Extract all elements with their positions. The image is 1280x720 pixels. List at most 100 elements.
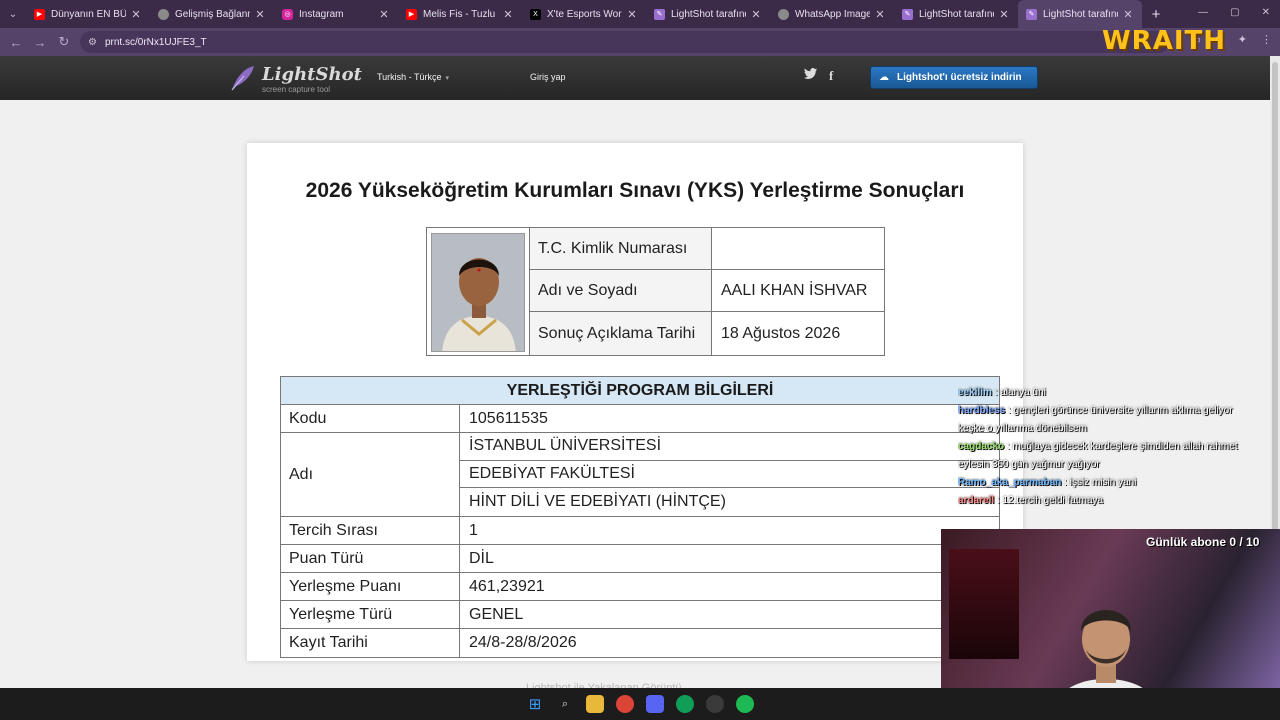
row-value: 461,23921: [469, 577, 545, 595]
login-link[interactable]: Giriş yap: [530, 72, 566, 82]
browser-tab-active[interactable]: ✎ LightShot tarafından ✕: [1018, 0, 1142, 28]
twitter-icon[interactable]: [804, 68, 817, 80]
tab-title: Gelişmiş Bağlanma S: [175, 8, 250, 20]
table-row: Kodu 105611535: [281, 405, 999, 433]
close-icon[interactable]: ✕: [254, 8, 266, 21]
tab-title: LightShot tarafından: [919, 8, 994, 20]
reload-icon[interactable]: ↻: [52, 34, 76, 50]
table-row: Puan Türü DİL: [281, 545, 999, 573]
search-icon[interactable]: ⌕: [556, 695, 574, 713]
document-title: 2026 Yükseköğretim Kurumları Sınavı (YKS…: [305, 179, 965, 202]
browser-tab[interactable]: Gelişmiş Bağlanma S ✕: [150, 0, 274, 28]
person-portrait-icon: [432, 234, 524, 351]
chat-message: cagdacko : muğlaya gidecek kardeşlere şi…: [958, 438, 1280, 456]
close-icon[interactable]: ✕: [626, 8, 638, 21]
globe-icon: [158, 8, 169, 20]
chat-username: eekilim: [958, 387, 992, 398]
facebook-icon[interactable]: f: [829, 68, 833, 84]
program-line: HİNT DİLİ VE EDEBİYATI (HİNTÇE): [469, 493, 726, 511]
chat-text: : muğlaya gidecek kardeşlere şimdiden al…: [1006, 441, 1238, 452]
spotify-icon[interactable]: [736, 695, 754, 713]
identity-value: [713, 228, 885, 269]
file-explorer-icon[interactable]: [586, 695, 604, 713]
subscriber-counter: Günlük abone 0 / 10: [1146, 535, 1260, 549]
tab-title: Instagram: [299, 8, 344, 20]
browser-tab[interactable]: WhatsApp Image 20 ✕: [770, 0, 894, 28]
discord-icon[interactable]: [646, 695, 664, 713]
row-label: Puan Türü: [281, 545, 460, 572]
close-icon[interactable]: ✕: [750, 8, 762, 21]
identity-row-tc: T.C. Kimlik Numarası: [529, 228, 885, 270]
close-icon[interactable]: ✕: [1122, 8, 1134, 21]
close-icon[interactable]: ✕: [502, 8, 514, 21]
wall-poster: [949, 549, 1019, 659]
table-row: Yerleşme Türü GENEL: [281, 601, 999, 629]
stream-brand-logo: WRAITH: [1102, 26, 1226, 56]
windows-taskbar: ⊞ ⌕: [0, 688, 1280, 720]
language-selector[interactable]: Turkish - Türkçe ▾: [377, 72, 449, 82]
identity-value: AALI KHAN İSHVAR: [721, 281, 868, 299]
chat-message: Ramo_aka_parmaban : işsiz misin yani: [958, 474, 1280, 492]
language-label: Turkish - Türkçe: [377, 72, 442, 82]
chat-text: : alanya üni: [994, 387, 1046, 398]
chat-text: : işsiz misin yani: [1064, 477, 1137, 488]
close-icon[interactable]: ✕: [378, 8, 390, 21]
chat-username: hardbless: [958, 405, 1006, 416]
table-row: Tercih Sırası 1: [281, 517, 999, 545]
x-icon: X: [530, 8, 541, 20]
browser-tab[interactable]: ▶ Melis Fis - Tuzlu Kahv ✕: [398, 0, 522, 28]
table-row-program-name: Adı İSTANBUL ÜNİVERSİTESİ EDEBİYAT FAKÜL…: [281, 433, 999, 517]
browser-tab[interactable]: ✎ LightShot tarafından ✕: [894, 0, 1018, 28]
address-bar[interactable]: ⚙ prnt.sc/0rNx1UJFE3_T: [80, 31, 1170, 53]
row-value: 105611535: [469, 409, 548, 427]
youtube-icon: ▶: [34, 8, 45, 20]
row-value: 1: [469, 521, 478, 539]
browser-tab[interactable]: ✎ LightShot tarafından ✕: [646, 0, 770, 28]
chat-message: eylesin 360 gün yağmur yağıyor: [958, 456, 1280, 474]
menu-dots-icon[interactable]: ⋮: [1261, 33, 1272, 46]
download-cloud-icon: ☁: [879, 72, 889, 83]
chat-message: keşke o yıllarıma dönebilsem: [958, 420, 1280, 438]
browser-tab[interactable]: ▶ Dünyanın EN BÜYÜK ✕: [26, 0, 150, 28]
close-icon[interactable]: ✕: [998, 8, 1010, 21]
chat-username: Ramo_aka_parmaban: [958, 477, 1062, 488]
tab-title: LightShot tarafından: [671, 8, 746, 20]
program-line: İSTANBUL ÜNİVERSİTESİ: [460, 433, 999, 461]
lightshot-logo-text[interactable]: LightShot: [262, 64, 362, 85]
social-links: f: [804, 68, 833, 84]
row-value: GENEL: [469, 605, 524, 623]
minimize-icon[interactable]: —: [1198, 7, 1208, 18]
lightshot-tagline: screen capture tool: [262, 85, 331, 94]
browser-tab[interactable]: ◎ Instagram ✕: [274, 0, 398, 28]
obs-icon[interactable]: [706, 695, 724, 713]
back-arrow-icon[interactable]: ←: [4, 35, 28, 50]
row-value: DİL: [469, 549, 494, 567]
tab-title: X'te Esports World Cu: [547, 8, 622, 20]
site-info-icon[interactable]: ⚙: [88, 37, 97, 48]
close-icon[interactable]: ✕: [130, 8, 142, 21]
download-button[interactable]: ☁ Lightshot'ı ücretsiz indirin: [870, 66, 1038, 89]
identity-row-date: Sonuç Açıklama Tarihi 18 Ağustos 2026: [529, 312, 885, 355]
tab-search-chevron-icon[interactable]: ⌄: [0, 0, 26, 28]
identity-table: T.C. Kimlik Numarası Adı ve Soyadı AALI …: [426, 227, 885, 356]
extensions-icon[interactable]: ✦: [1238, 33, 1247, 46]
identity-value: 18 Ağustos 2026: [721, 324, 841, 342]
close-icon[interactable]: ✕: [874, 8, 886, 21]
maximize-icon[interactable]: ▢: [1230, 7, 1239, 18]
chat-text: : 12.tercih geldi fatmaya: [996, 495, 1104, 506]
lightshot-icon: ✎: [902, 8, 913, 20]
url-text: prnt.sc/0rNx1UJFE3_T: [104, 36, 207, 48]
chrome-profile-icon[interactable]: [676, 695, 694, 713]
new-tab-plus-icon[interactable]: +: [1142, 6, 1170, 23]
chat-username: cagdacko: [958, 441, 1005, 452]
forward-arrow-icon[interactable]: →: [28, 35, 52, 50]
row-value: İSTANBUL ÜNİVERSİTESİ EDEBİYAT FAKÜLTESİ…: [460, 433, 999, 516]
windows-start-icon[interactable]: ⊞: [526, 695, 544, 713]
instagram-icon: ◎: [282, 8, 293, 20]
chrome-icon[interactable]: [616, 695, 634, 713]
globe-icon: [778, 8, 789, 20]
browser-tab[interactable]: X X'te Esports World Cu ✕: [522, 0, 646, 28]
close-window-icon[interactable]: ✕: [1262, 7, 1270, 18]
tab-title: Dünyanın EN BÜYÜK: [51, 8, 126, 20]
chat-message: hardbless : gençleri görünce üniversite …: [958, 402, 1280, 420]
